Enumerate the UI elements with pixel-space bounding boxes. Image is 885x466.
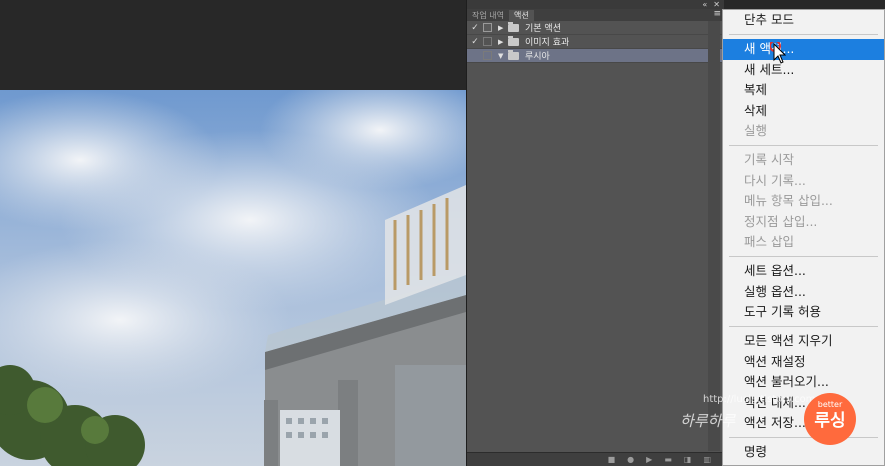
action-set-label: 이미지 효과 <box>525 38 570 48</box>
menu-item: 실행 <box>744 122 768 138</box>
menu-separator <box>729 326 878 328</box>
action-set-label: 기본 액션 <box>525 24 561 34</box>
panel-scrollbar[interactable] <box>708 21 720 451</box>
menu-item: 정지점 삽입... <box>744 213 818 229</box>
collapse-triangle-icon[interactable]: ▼ <box>498 52 508 60</box>
tab-history[interactable]: 작업 내역 <box>467 10 509 21</box>
new-action-icon[interactable]: ◨ <box>684 455 692 464</box>
panel-titlebar: « ✕ <box>467 0 724 9</box>
watermark-badge-main: 루싱 <box>814 411 846 431</box>
menu-item: 패스 삽입 <box>744 233 794 249</box>
folder-icon <box>508 21 519 32</box>
new-set-icon[interactable]: ▬ <box>664 455 672 464</box>
menu-separator <box>729 256 878 258</box>
action-set-row[interactable]: ✓ ▶ 이미지 효과 <box>467 35 724 49</box>
menu-item: 기록 시작 <box>744 152 794 168</box>
menu-item: 다시 기록... <box>744 172 806 188</box>
play-icon[interactable]: ▶ <box>646 455 652 464</box>
dialog-toggle-icon[interactable] <box>483 51 492 60</box>
folder-icon <box>508 35 519 46</box>
menu-separator <box>729 145 878 147</box>
action-set-row[interactable]: ✓ ▶ 기본 액션 <box>467 21 724 35</box>
menu-item[interactable]: 새 액션... <box>723 39 884 60</box>
menu-item[interactable]: 액션 불러오기... <box>723 372 884 392</box>
menu-item[interactable]: 새 세트... <box>723 60 884 80</box>
actions-list: ✓ ▶ 기본 액션 ✓ ▶ 이미지 효과 ▼ 루시아 <box>467 21 724 63</box>
watermark-badge: better 루싱 <box>804 393 856 445</box>
action-set-label: 루시아 <box>525 52 550 62</box>
menu-separator <box>729 437 878 439</box>
action-set-row-selected[interactable]: ▼ 루시아 <box>467 49 724 63</box>
menu-item[interactable]: 명령 <box>723 442 884 462</box>
check-icon[interactable]: ✓ <box>467 23 483 33</box>
panel-footer: ■ ● ▶ ▬ ◨ ▥ <box>467 452 725 466</box>
panel-menu-icon[interactable]: ≡ <box>713 10 721 19</box>
menu-item[interactable]: 모든 액션 지우기 <box>723 331 884 351</box>
expand-triangle-icon[interactable]: ▶ <box>498 24 508 32</box>
menu-item[interactable]: 액션 재설정 <box>723 352 884 372</box>
mouse-cursor-icon <box>770 42 786 64</box>
menu-item[interactable]: 세트 옵션... <box>723 261 884 281</box>
menu-item[interactable]: 삭제 <box>723 101 884 121</box>
stop-icon[interactable]: ■ <box>608 455 616 464</box>
folder-icon <box>508 49 519 60</box>
expand-triangle-icon[interactable]: ▶ <box>498 38 508 46</box>
dialog-toggle-icon[interactable] <box>483 23 492 32</box>
menu-item[interactable]: 단추 모드 <box>723 10 884 30</box>
document-canvas[interactable] <box>0 90 466 466</box>
tab-actions[interactable]: 액션 <box>508 10 534 21</box>
menu-separator <box>729 34 878 36</box>
trash-icon[interactable]: ▥ <box>703 455 711 464</box>
panel-tabs: 작업 내역 액션 ≡ <box>467 9 724 21</box>
menu-item: 메뉴 항목 삽입... <box>744 193 833 209</box>
photo-image <box>0 90 466 466</box>
menu-item[interactable]: 복제 <box>723 80 884 100</box>
watermark-handwriting: 하루하루 <box>680 412 736 430</box>
watermark-url: http://lucia.tistory.com <box>703 394 816 405</box>
close-icon[interactable]: ✕ <box>713 0 720 9</box>
menu-item[interactable]: 실행 옵션... <box>723 282 884 302</box>
actions-panel: « ✕ 작업 내역 액션 ≡ ✓ ▶ 기본 액션 ✓ ▶ 이미지 효과 ▼ 루시… <box>466 0 725 466</box>
watermark-badge-top: better <box>817 400 843 409</box>
record-icon[interactable]: ● <box>627 455 634 464</box>
check-icon[interactable]: ✓ <box>467 37 483 47</box>
collapse-icon[interactable]: « <box>702 0 707 9</box>
dialog-toggle-icon[interactable] <box>483 37 492 46</box>
menu-item[interactable]: 도구 기록 허용 <box>723 302 884 322</box>
photoshop-window: « ✕ 작업 내역 액션 ≡ ✓ ▶ 기본 액션 ✓ ▶ 이미지 효과 ▼ 루시… <box>0 0 885 466</box>
